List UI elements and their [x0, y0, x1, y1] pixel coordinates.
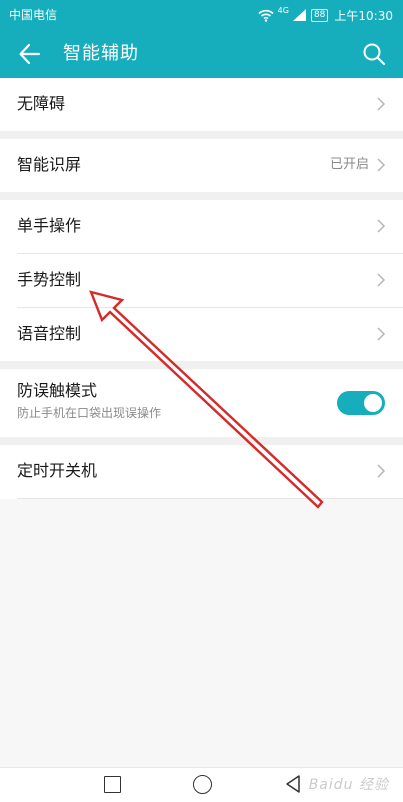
chevron-right-icon — [377, 97, 386, 111]
chevron-right-icon — [377, 327, 386, 341]
arrow-left-icon[interactable] — [17, 41, 43, 67]
app-bar: 智能辅助 — [0, 30, 403, 78]
watermark: Baidu 经验 — [308, 777, 389, 793]
setting-label: 智能识屏 — [17, 155, 82, 174]
group-divider — [0, 192, 403, 200]
chevron-right-icon — [377, 464, 386, 478]
wifi-icon — [258, 9, 274, 22]
setting-item-smart-screen-recognition[interactable]: 智能识屏 已开启 — [17, 139, 403, 192]
settings-group-controls: 单手操作 手势控制 语音控制 — [0, 200, 403, 361]
network-type-label: 4G — [277, 6, 289, 15]
settings-group-smart-screen: 智能识屏 已开启 — [0, 139, 403, 192]
chevron-right-icon — [377, 273, 386, 287]
clock-label: 上午10:30 — [334, 8, 393, 23]
home-icon[interactable] — [193, 775, 212, 794]
battery-indicator: 88 — [310, 8, 329, 22]
chevron-right-icon — [377, 219, 386, 233]
setting-item-accessibility[interactable]: 无障碍 — [17, 78, 403, 131]
setting-item-scheduled-power[interactable]: 定时开关机 — [17, 445, 403, 499]
chevron-right-icon — [377, 158, 386, 172]
settings-group-accessibility: 无障碍 — [0, 78, 403, 131]
group-divider — [0, 131, 403, 139]
setting-description: 防止手机在口袋出现误操作 — [17, 406, 162, 420]
settings-group-pocket-mode: 防误触模式 防止手机在口袋出现误操作 — [0, 369, 403, 437]
page-title: 智能辅助 — [63, 43, 139, 64]
group-divider — [0, 361, 403, 369]
setting-label: 单手操作 — [17, 216, 82, 235]
status-bar: 中国电信 4G 88 上午10:30 — [0, 0, 403, 30]
setting-item-voice-control[interactable]: 语音控制 — [17, 308, 403, 361]
setting-item-accidental-touch-mode: 防误触模式 防止手机在口袋出现误操作 — [17, 369, 403, 437]
signal-icon — [292, 9, 306, 21]
setting-label: 定时开关机 — [17, 461, 98, 480]
setting-status-value: 已开启 — [329, 157, 369, 172]
status-icons: 4G 88 上午10:30 — [258, 6, 393, 24]
setting-label: 防误触模式 — [17, 381, 98, 400]
recent-apps-icon[interactable] — [104, 776, 121, 793]
search-icon[interactable] — [362, 42, 386, 66]
carrier-label: 中国电信 — [9, 8, 58, 22]
setting-item-one-hand-mode[interactable]: 单手操作 — [17, 200, 403, 254]
accidental-touch-toggle[interactable] — [337, 391, 385, 415]
setting-label: 无障碍 — [17, 94, 66, 113]
setting-label: 手势控制 — [17, 270, 82, 289]
toggle-knob — [364, 394, 382, 412]
setting-item-gesture-control[interactable]: 手势控制 — [17, 254, 403, 308]
settings-list: 无障碍 智能识屏 已开启 单手操作 手势控制 语音控制 防误触模式 防止手机在口… — [0, 78, 403, 499]
system-navigation-bar: Baidu 经验 — [0, 767, 403, 802]
setting-label: 语音控制 — [17, 324, 82, 343]
back-triangle-icon[interactable] — [284, 774, 302, 794]
settings-group-schedule: 定时开关机 — [0, 445, 403, 499]
group-divider — [0, 437, 403, 445]
